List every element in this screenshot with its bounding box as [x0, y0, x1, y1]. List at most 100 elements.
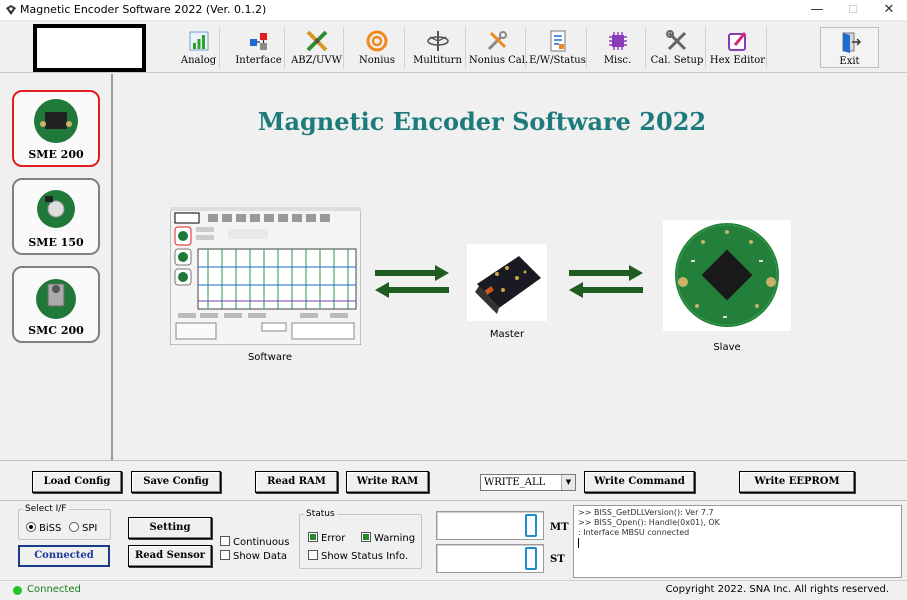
nonius-cal-icon — [487, 31, 507, 51]
toolbar-nonius-button[interactable]: Nonius — [350, 27, 405, 68]
device-sidebar: SME 200 SME 150 SMC 200 — [0, 74, 113, 460]
toolbar-multiturn-label: Multiturn — [413, 55, 462, 66]
interface-icon — [249, 33, 267, 50]
chevron-down-icon[interactable]: ▼ — [561, 475, 575, 490]
master-board-image — [467, 244, 547, 321]
connection-status-icon — [13, 586, 22, 595]
exchange-arrows-icon — [375, 265, 449, 298]
bottom-panel: Select I/F BiSS SPI Connected Setting Re… — [0, 500, 907, 580]
radio-spi[interactable]: SPI — [69, 522, 97, 534]
device-sme-200[interactable]: SME 200 — [12, 90, 100, 167]
toolbar-abz-uvw-button[interactable]: ABZ/UVW — [290, 27, 344, 68]
toolbar-nonius-cal-label: Nonius Cal. — [469, 55, 529, 66]
software-caption: Software — [247, 352, 293, 363]
misc-chip-icon — [608, 32, 627, 50]
error-status-indicator: Error — [308, 532, 345, 544]
write-ram-button[interactable]: Write RAM — [346, 471, 429, 493]
toolbar-misc-label: Misc. — [603, 55, 632, 66]
load-config-button[interactable]: Load Config — [32, 471, 122, 493]
log-line: >> BISS_GetDLLVersion(): Ver 7.7 — [578, 508, 714, 517]
device-label: SMC 200 — [28, 324, 84, 337]
toolbar-abz-uvw-label: ABZ/UVW — [291, 55, 342, 66]
toolbar-nonius-label: Nonius — [359, 55, 395, 66]
radio-spi-indicator — [69, 522, 79, 532]
select-interface-legend: Select I/F — [25, 504, 67, 514]
log-output[interactable]: >> BISS_GetDLLVersion(): Ver 7.7 >> BISS… — [573, 505, 902, 578]
copyright-text: Copyright 2022. SNA Inc. All rights rese… — [665, 584, 889, 595]
setting-button[interactable]: Setting — [128, 517, 212, 539]
write-eeprom-button[interactable]: Write EEPROM — [739, 471, 855, 493]
write-command-button[interactable]: Write Command — [584, 471, 695, 493]
nonius-icon — [366, 30, 388, 52]
radio-biss[interactable]: BiSS — [26, 522, 61, 534]
status-legend: Status — [306, 509, 335, 519]
close-button[interactable]: ✕ — [872, 0, 906, 21]
software-screenshot-image — [170, 207, 361, 345]
show-status-info-box — [308, 550, 318, 560]
device-sme-150[interactable]: SME 150 — [12, 178, 100, 255]
save-config-button[interactable]: Save Config — [131, 471, 221, 493]
warning-status-indicator: Warning — [361, 532, 415, 544]
toolbar-ew-status-label: E/W/Status — [529, 55, 586, 66]
radio-biss-indicator — [26, 522, 36, 532]
exit-door-icon — [842, 32, 861, 53]
continuous-label: Continuous — [233, 537, 290, 548]
toolbar-cal-setup-label: Cal. Setup — [650, 55, 704, 66]
encoder-board-icon — [36, 279, 76, 319]
log-line: >> BISS_Open(): Handle(0x01), OK — [578, 518, 720, 527]
status-bar: Connected Copyright 2022. SNA Inc. All r… — [0, 580, 907, 600]
master-caption: Master — [489, 329, 525, 340]
continuous-checkbox-box — [220, 536, 230, 546]
main-panel: Magnetic Encoder Software 2022 Software — [115, 74, 907, 460]
radio-biss-label: BiSS — [39, 523, 62, 534]
show-data-checkbox-box — [220, 550, 230, 560]
radio-spi-label: SPI — [82, 523, 98, 534]
connection-status-text: Connected — [27, 584, 81, 595]
maximize-button[interactable]: ☐ — [836, 0, 870, 21]
error-status-box — [308, 532, 318, 542]
mt-label: MT — [550, 522, 569, 533]
read-sensor-button[interactable]: Read Sensor — [128, 545, 212, 567]
warning-label: Warning — [374, 533, 416, 544]
write-mode-value: WRITE_ALL — [484, 477, 546, 488]
control-bar: Load Config Save Config Read RAM Write R… — [0, 460, 907, 500]
exit-label: Exit — [839, 56, 860, 67]
st-digit-zero — [525, 547, 537, 570]
toolbar-interface-label: Interface — [235, 55, 282, 66]
text-caret — [578, 538, 579, 548]
toolbar-hex-editor-button[interactable]: Hex Editor — [709, 27, 767, 68]
continuous-checkbox[interactable]: Continuous — [220, 536, 289, 548]
toolbar-analog-label: Analog — [180, 55, 217, 66]
toolbar-analog-button[interactable]: Analog — [178, 27, 220, 68]
write-mode-select[interactable]: WRITE_ALL ▼ — [480, 474, 576, 491]
toolbar-multiturn-button[interactable]: Multiturn — [410, 27, 466, 68]
toolbar-misc-button[interactable]: Misc. — [590, 27, 646, 68]
exit-button[interactable]: Exit — [820, 27, 879, 68]
abz-uvw-icon — [306, 30, 327, 52]
tools-icon — [666, 30, 687, 51]
toolbar-ew-status-button[interactable]: E/W/Status — [529, 27, 587, 68]
device-label: SME 150 — [28, 236, 84, 249]
hex-editor-icon — [727, 32, 746, 51]
slave-caption: Slave — [713, 342, 741, 353]
main-toolbar: Analog Interface ABZ/UVW Nonius Multitur… — [0, 21, 907, 73]
toolbar-hex-editor-label: Hex Editor — [709, 55, 766, 66]
show-status-info-checkbox[interactable]: Show Status Info. — [308, 550, 408, 562]
show-status-info-label: Show Status Info. — [321, 551, 409, 562]
log-line: : Interface MBSU connected — [578, 528, 690, 537]
toolbar-nonius-cal-button[interactable]: Nonius Cal. — [469, 27, 529, 68]
device-label: SME 200 — [28, 148, 84, 161]
read-ram-button[interactable]: Read RAM — [255, 471, 338, 493]
minimize-button[interactable]: — — [800, 0, 834, 21]
window-title: Magnetic Encoder Software 2022 (Ver. 0.1… — [20, 3, 267, 16]
show-data-checkbox[interactable]: Show Data — [220, 550, 287, 562]
device-smc-200[interactable]: SMC 200 — [12, 266, 100, 343]
connected-button[interactable]: Connected — [18, 545, 110, 567]
multiturn-icon — [426, 31, 449, 51]
warning-status-box — [361, 532, 371, 542]
mt-digit-zero — [525, 514, 537, 537]
title-bar: Magnetic Encoder Software 2022 (Ver. 0.1… — [0, 0, 907, 21]
toolbar-cal-setup-button[interactable]: Cal. Setup — [649, 27, 706, 68]
error-label: Error — [321, 533, 346, 544]
toolbar-interface-button[interactable]: Interface — [233, 27, 285, 68]
